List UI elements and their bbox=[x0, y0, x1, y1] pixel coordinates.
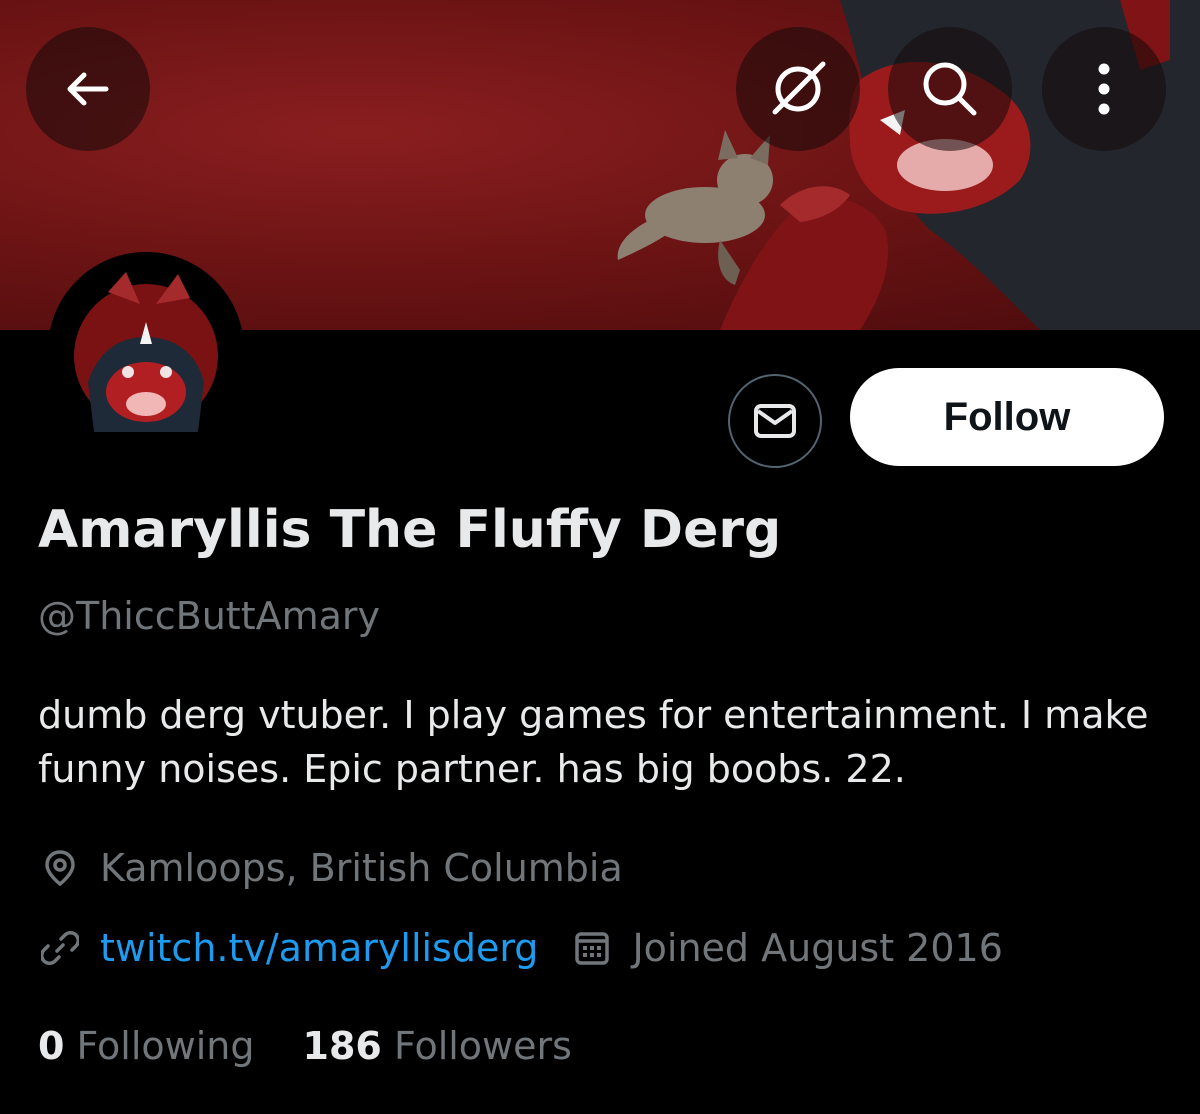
location-text: Kamloops, British Columbia bbox=[100, 846, 623, 890]
envelope-icon bbox=[754, 404, 796, 438]
more-options-button[interactable] bbox=[1042, 27, 1166, 151]
location-pin-icon bbox=[38, 846, 82, 890]
more-vertical-icon bbox=[1098, 63, 1110, 115]
profile-bio: dumb derg vtuber. I play games for enter… bbox=[38, 693, 1149, 791]
username-handle: @ThiccButtAmary bbox=[38, 594, 380, 638]
mute-icon bbox=[772, 61, 826, 115]
mute-button[interactable] bbox=[736, 27, 860, 151]
follow-button[interactable]: Follow bbox=[850, 368, 1164, 466]
display-name: Amaryllis The Fluffy Derg bbox=[38, 500, 782, 560]
website-joined-row: twitch.tv/amaryllisderg Joined August 20… bbox=[38, 926, 1003, 970]
followers-stat[interactable]: 186 Followers bbox=[303, 1024, 572, 1068]
search-button[interactable] bbox=[888, 27, 1012, 151]
following-stat[interactable]: 0 Following bbox=[38, 1024, 255, 1068]
link-icon bbox=[38, 926, 82, 970]
back-button[interactable] bbox=[26, 27, 150, 151]
search-icon bbox=[923, 62, 977, 116]
arrow-left-icon bbox=[67, 72, 109, 106]
following-count: 0 bbox=[38, 1024, 65, 1068]
website-link[interactable]: twitch.tv/amaryllisderg bbox=[100, 926, 538, 970]
avatar-artwork bbox=[48, 252, 244, 448]
followers-count: 186 bbox=[302, 1024, 382, 1068]
message-button[interactable] bbox=[728, 374, 822, 468]
following-label: Following bbox=[76, 1024, 255, 1068]
followers-label: Followers bbox=[393, 1024, 572, 1068]
location-row: Kamloops, British Columbia bbox=[38, 846, 623, 890]
follow-stats: 0 Following 186 Followers bbox=[38, 1024, 620, 1068]
profile-avatar[interactable] bbox=[48, 252, 244, 448]
joined-date: Joined August 2016 bbox=[632, 926, 1003, 970]
calendar-icon bbox=[570, 926, 614, 970]
